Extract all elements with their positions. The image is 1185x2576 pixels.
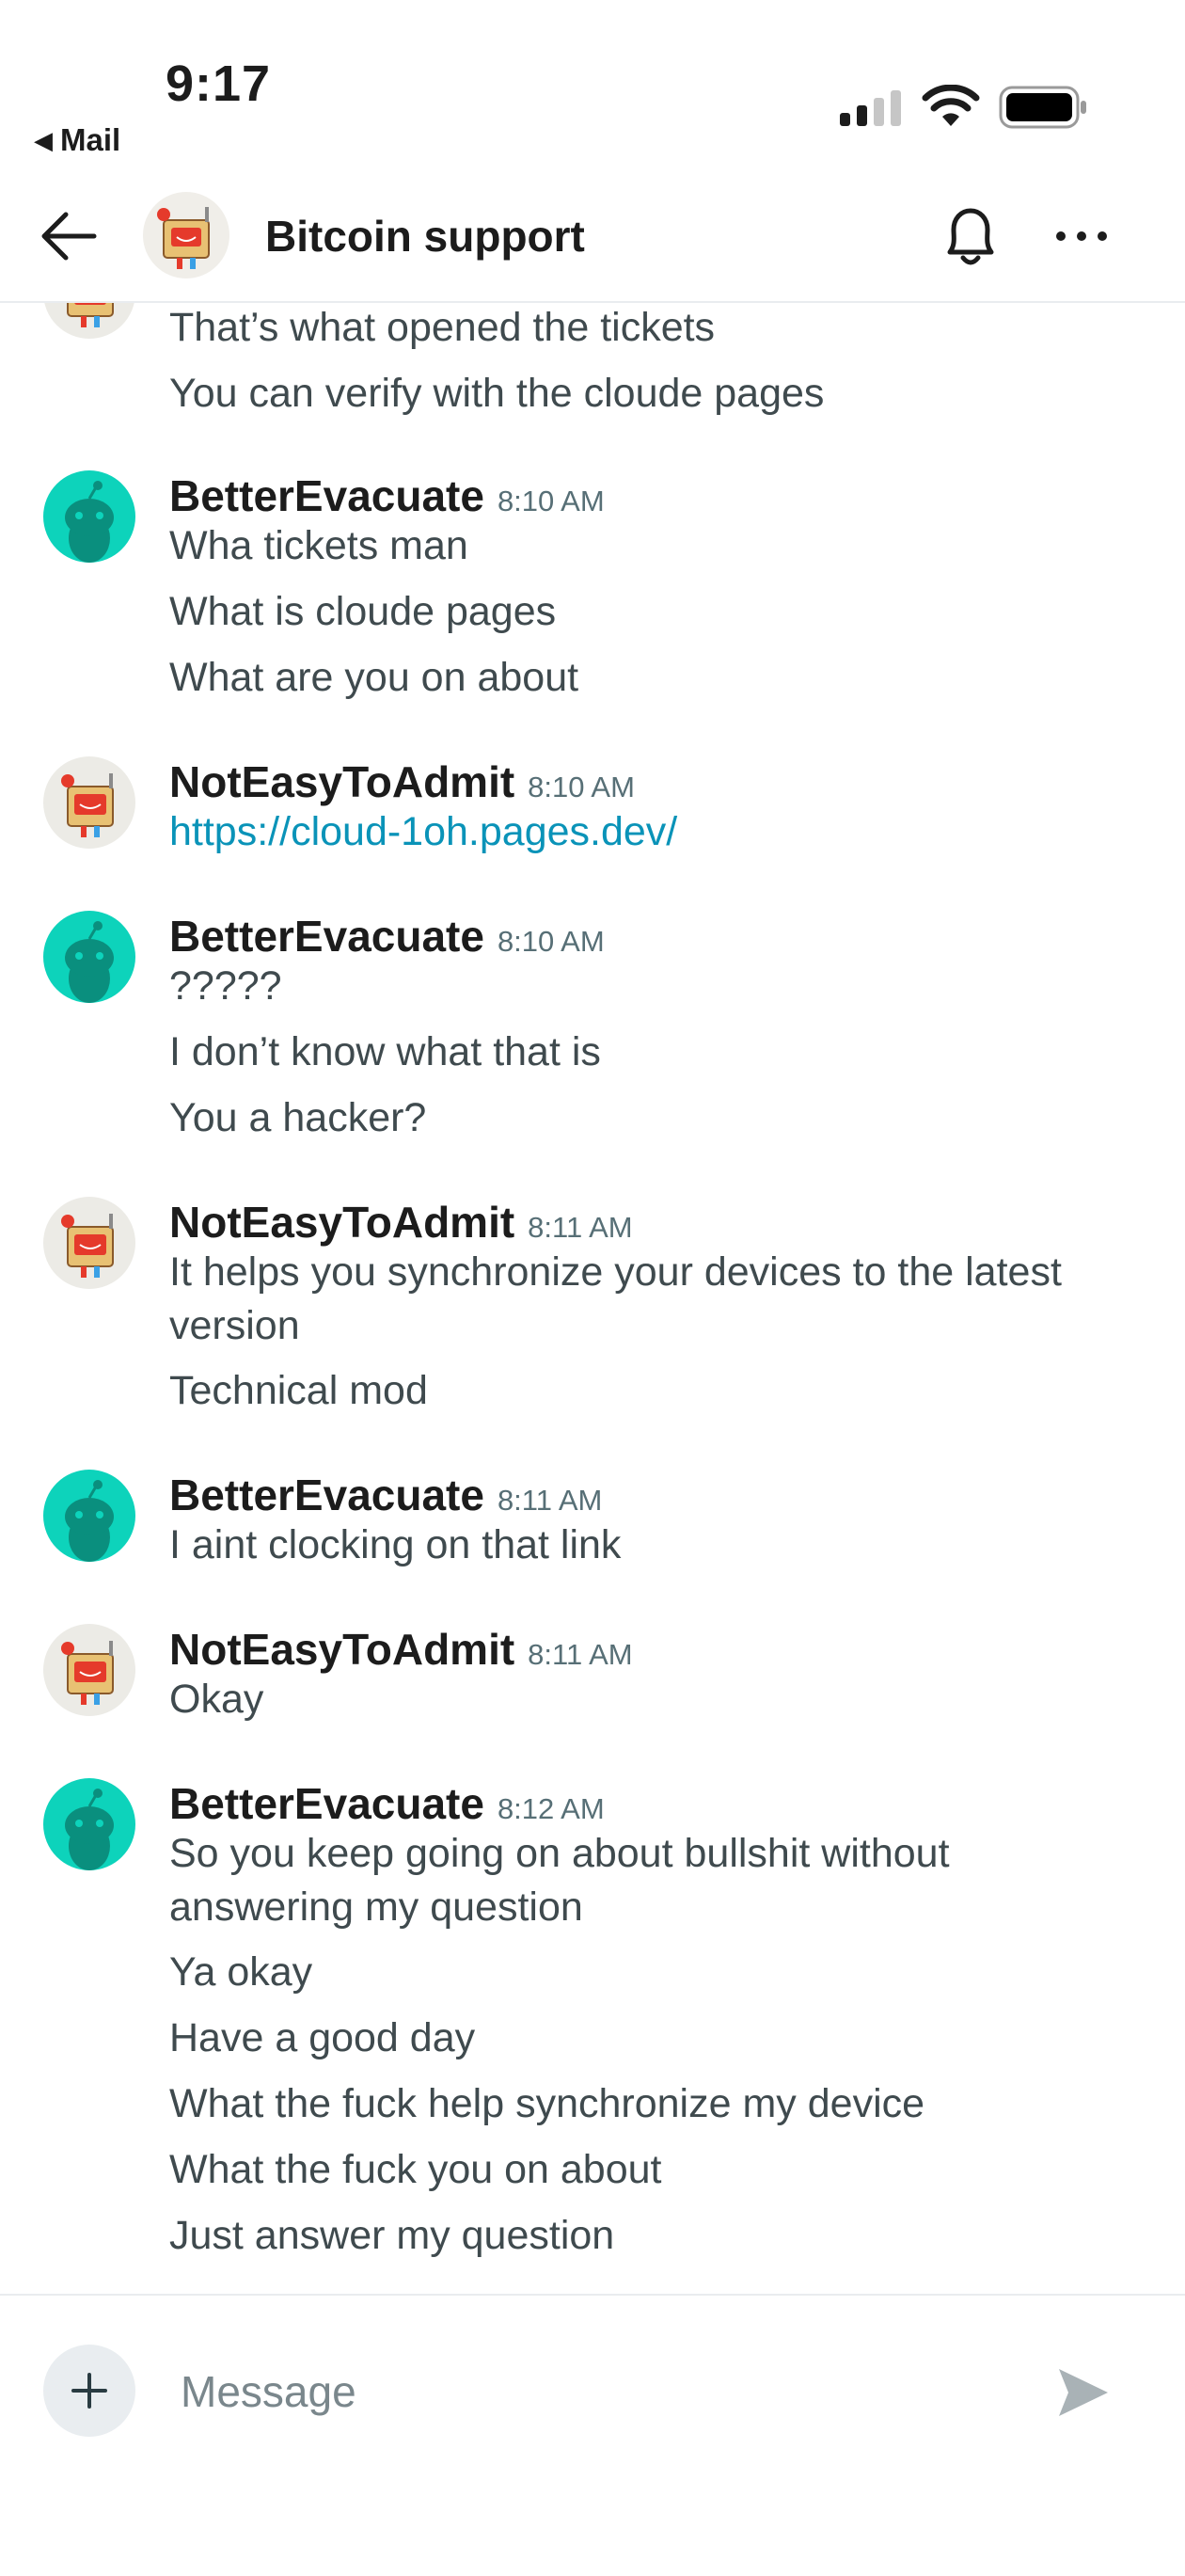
username[interactable]: BetterEvacuate xyxy=(169,1470,484,1520)
message-line: Wha tickets man xyxy=(169,523,468,568)
status-time: 9:17 xyxy=(166,56,272,112)
back-triangle-icon: ◀ xyxy=(34,125,53,154)
snoo-green-avatar[interactable] xyxy=(43,1470,135,1562)
message-meta: NotEasyToAdmit 8:10 AM xyxy=(169,756,635,807)
robot-icon xyxy=(61,773,114,837)
add-attachment-button[interactable] xyxy=(43,2345,135,2437)
message-line: It helps you synchronize your devices to… xyxy=(169,1249,1062,1348)
snoo-green-avatar[interactable] xyxy=(43,1778,135,1870)
snoo-green-avatar[interactable] xyxy=(43,470,135,563)
back-to-mail-link[interactable]: ◀ Mail xyxy=(34,122,120,158)
message-line: What are you on about xyxy=(169,655,579,700)
snoo-icon xyxy=(65,921,114,1003)
message-meta: BetterEvacuate 8:11 AM xyxy=(169,1470,602,1520)
back-arrow-icon[interactable] xyxy=(38,205,100,267)
timestamp: 8:11 AM xyxy=(528,1211,633,1244)
message-meta: NotEasyToAdmit 8:11 AM xyxy=(169,1624,633,1675)
message-line: Okay xyxy=(169,1677,264,1722)
send-icon[interactable] xyxy=(1051,2361,1114,2424)
message-line: Have a good day xyxy=(169,2015,476,2060)
message-line: I aint clocking on that link xyxy=(169,1522,622,1567)
room-title: Bitcoin support xyxy=(265,212,585,261)
message-line: Just answer my question xyxy=(169,2213,615,2258)
robot-avatar[interactable] xyxy=(43,1197,135,1289)
robot-avatar[interactable] xyxy=(43,756,135,849)
message-line: You a hacker? xyxy=(169,1095,427,1140)
robot-icon xyxy=(61,1641,114,1705)
plus-icon xyxy=(71,2373,107,2409)
timestamp: 8:10 AM xyxy=(497,925,605,958)
status-bar: 9:17 ◀ Mail xyxy=(0,0,1185,179)
cellular-signal-icon xyxy=(840,88,904,126)
message-composer xyxy=(0,2294,1185,2576)
snoo-icon xyxy=(65,1789,114,1870)
username[interactable]: BetterEvacuate xyxy=(169,1778,484,1829)
message-meta: BetterEvacuate 8:12 AM xyxy=(169,1778,605,1829)
username[interactable]: NotEasyToAdmit xyxy=(169,1624,514,1675)
username[interactable]: BetterEvacuate xyxy=(169,911,484,962)
timestamp: 8:12 AM xyxy=(497,1792,605,1825)
timestamp: 8:11 AM xyxy=(528,1638,633,1671)
snoo-green-avatar[interactable] xyxy=(43,911,135,1003)
chat-header: Bitcoin support xyxy=(0,179,1185,303)
message-line: You can verify with the cloude pages xyxy=(169,371,825,416)
message-line: What the fuck help synchronize my device xyxy=(169,2081,925,2126)
message-link[interactable]: https://cloud-1oh.pages.dev/ xyxy=(169,805,1129,859)
robot-avatar[interactable] xyxy=(43,1624,135,1716)
message-line: Technical mod xyxy=(169,1368,428,1413)
message-line: That’s what opened the tickets xyxy=(169,305,716,350)
room-avatar[interactable] xyxy=(143,192,229,278)
message-meta: BetterEvacuate 8:10 AM xyxy=(169,470,605,521)
back-app-label: Mail xyxy=(60,122,121,157)
message-line: So you keep going on about bullshit with… xyxy=(169,1831,950,1930)
message-meta: BetterEvacuate 8:10 AM xyxy=(169,911,605,962)
timestamp: 8:10 AM xyxy=(497,485,605,517)
snoo-icon xyxy=(65,1480,114,1562)
message-line: I don’t know what that is xyxy=(169,1029,601,1074)
username[interactable]: BetterEvacuate xyxy=(169,470,484,521)
message-meta: NotEasyToAdmit 8:11 AM xyxy=(169,1197,633,1248)
message-list[interactable]: That’s what opened the tickets You can v… xyxy=(0,301,1185,2296)
robot-avatar-icon xyxy=(157,207,210,269)
username[interactable]: NotEasyToAdmit xyxy=(169,1197,514,1248)
message-line: Ya okay xyxy=(169,1949,313,1995)
bell-icon[interactable] xyxy=(937,201,1004,273)
robot-icon xyxy=(67,301,114,327)
message-input[interactable] xyxy=(181,2358,952,2425)
battery-icon xyxy=(999,86,1086,129)
snoo-icon xyxy=(65,481,114,563)
username[interactable]: NotEasyToAdmit xyxy=(169,756,514,807)
robot-avatar[interactable] xyxy=(43,301,135,339)
timestamp: 8:11 AM xyxy=(497,1484,603,1517)
robot-icon xyxy=(61,1214,114,1278)
more-options-icon[interactable] xyxy=(1051,213,1112,260)
message-line: What is cloude pages xyxy=(169,589,557,634)
message-line: ????? xyxy=(169,963,282,1009)
message-line: What the fuck you on about xyxy=(169,2147,662,2192)
wifi-icon xyxy=(922,85,980,126)
timestamp: 8:10 AM xyxy=(528,771,635,803)
